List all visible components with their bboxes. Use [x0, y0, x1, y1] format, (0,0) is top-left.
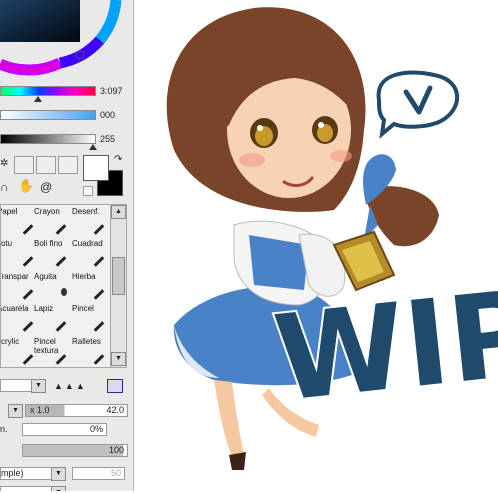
tool-lapiz[interactable]: Lapiz — [34, 302, 71, 334]
tool-acrylic[interactable]: crylic — [1, 335, 38, 367]
reset-colors-icon[interactable] — [83, 186, 93, 196]
swatch-slot[interactable] — [36, 156, 56, 174]
tool-papel[interactable]: Papel — [1, 205, 38, 237]
brush-icon — [93, 321, 105, 332]
tool-panel: 3:097 000 255 ✲ ∩ ✋ @ ↷ Papel Crayon Des… — [0, 0, 134, 491]
saturation-value: 000 — [100, 110, 116, 120]
brush-icon — [55, 224, 67, 235]
blending-mode-dropdown-button[interactable]: ▼ — [51, 467, 66, 481]
swap-colors-icon[interactable]: ↷ — [114, 154, 122, 165]
tool-cuadrado[interactable]: Cuadrad — [72, 237, 109, 269]
tool-ralletes[interactable]: Ralletes — [72, 335, 109, 367]
scroll-thumb[interactable] — [112, 257, 125, 295]
tool-aguita[interactable]: Aguita — [34, 270, 71, 302]
leg-left — [214, 380, 244, 460]
brush-size-value: 42.0 — [106, 405, 124, 415]
brush-icon — [22, 256, 34, 267]
speech-bubble — [376, 70, 460, 139]
water-drop-icon — [61, 288, 67, 296]
swatch-slot[interactable] — [58, 156, 78, 174]
density-value: 100 — [108, 445, 124, 455]
tool-label: Acuarela — [1, 304, 29, 313]
tool-acuarela[interactable]: Acuarela — [1, 302, 38, 334]
brush-size-field[interactable]: x 1.0 42.0 — [25, 404, 128, 417]
brush-tip-square[interactable] — [107, 379, 123, 393]
color-wheel[interactable] — [0, 0, 133, 80]
brush-tip-shapes[interactable]: ▲▲▲ — [54, 381, 87, 391]
primary-color-swatch[interactable] — [83, 155, 109, 181]
brush-icon — [22, 224, 34, 235]
blending-value-field[interactable]: 50 — [72, 467, 125, 480]
hue-slider-thumb[interactable] — [34, 96, 42, 102]
swatch-slot[interactable] — [14, 156, 34, 174]
shoe-left — [229, 452, 246, 470]
tool-label: Hierba — [72, 272, 96, 281]
headphones-icon[interactable]: ∩ — [0, 180, 9, 194]
wip-text: WIP — [268, 264, 498, 428]
brush-icon — [93, 256, 105, 267]
eye-highlight-left — [257, 125, 263, 131]
value-slider[interactable] — [0, 134, 96, 144]
tool-rotu[interactable]: otu — [1, 237, 38, 269]
tool-label: otu — [1, 239, 13, 248]
tool-transparente[interactable]: Transpar — [1, 270, 38, 302]
tool-label: Cuadrad — [72, 239, 103, 248]
tool-label: Boli fino — [34, 239, 63, 248]
size-multiplier-label: x 1.0 — [30, 405, 50, 415]
tool-hierba[interactable]: Hierba — [72, 270, 109, 302]
brush-icon — [22, 289, 34, 300]
spiral-icon[interactable]: @ — [40, 180, 52, 194]
brush-shape-dropdown-button[interactable]: ▼ — [31, 379, 46, 393]
brush-tool-grid: Papel Crayon Desenf. otu Boli fino Cuadr… — [0, 204, 112, 368]
tool-label: crylic — [1, 337, 20, 346]
tool-crayon[interactable]: Crayon — [34, 205, 71, 237]
hand-tool-icon[interactable]: ✋ — [18, 178, 34, 194]
scroll-up-button[interactable]: ▲ — [111, 205, 126, 219]
eye-highlight-right — [318, 122, 324, 128]
tool-label: Transpar — [1, 272, 29, 281]
brush-icon — [93, 354, 105, 365]
hue-value: 3:097 — [100, 86, 123, 96]
drawing-canvas[interactable]: WIP — [134, 0, 498, 491]
density-field[interactable]: 100 — [22, 444, 128, 457]
tool-label: Desenf. — [72, 207, 100, 216]
tool-pincel[interactable]: Pincel — [72, 302, 109, 334]
scroll-down-button[interactable]: ▼ — [111, 352, 126, 366]
min-size-label: n. — [0, 424, 8, 434]
value-slider-thumb[interactable] — [89, 144, 97, 150]
sparkle-icon[interactable]: ✲ — [0, 158, 8, 169]
color-wheel-area — [0, 0, 133, 80]
min-size-value: 0% — [89, 424, 103, 434]
size-multiplier-dropdown-button[interactable]: ▼ — [8, 404, 23, 418]
value-value: 255 — [100, 134, 116, 144]
blending-value: 50 — [110, 468, 121, 478]
tool-label: Pincel textura — [34, 337, 59, 355]
tool-desenf[interactable]: Desenf. — [72, 205, 109, 237]
brush-icon — [93, 224, 105, 235]
pen-icon — [55, 256, 67, 267]
tool-label: Papel — [1, 207, 18, 216]
extra-dropdown-button[interactable]: ▼ — [51, 486, 66, 491]
min-size-field[interactable]: 0% — [22, 423, 107, 436]
brush-icon — [55, 354, 67, 365]
blush-right — [330, 150, 352, 162]
blush-left — [239, 153, 265, 167]
brush-icon — [22, 354, 34, 365]
pencil-icon — [55, 321, 67, 332]
tool-label: Lapiz — [34, 304, 54, 313]
brush-icon — [22, 321, 34, 332]
tool-grid-scrollbar[interactable]: ▲ ▼ — [110, 204, 127, 368]
brush-icon — [93, 289, 105, 300]
tool-label: Ralletes — [72, 337, 101, 346]
blending-mode-label: mple) — [1, 468, 24, 478]
tool-pincel-textura[interactable]: Pincel textura — [34, 335, 71, 367]
tool-label: Pincel — [72, 304, 94, 313]
saturation-slider[interactable] — [0, 110, 96, 120]
tool-label: Aguita — [34, 272, 57, 281]
tool-label: Crayon — [34, 207, 60, 216]
tool-boli-fino[interactable]: Boli fino — [34, 237, 71, 269]
chibi-artwork: WIP — [166, 7, 498, 470]
hue-slider[interactable] — [0, 86, 96, 96]
